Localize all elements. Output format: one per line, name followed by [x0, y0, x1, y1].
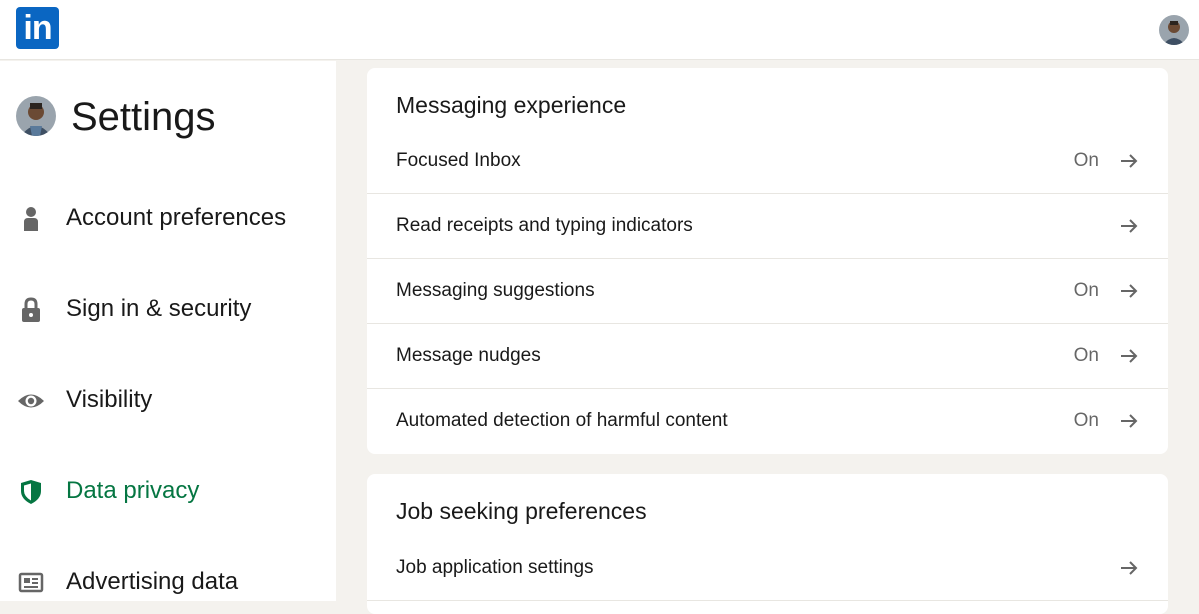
- setting-row-job-application-settings[interactable]: Job application settings: [367, 536, 1168, 601]
- lock-icon: [17, 296, 45, 324]
- sidebar-item-label: Advertising data: [66, 568, 239, 595]
- setting-status: On: [1073, 150, 1099, 171]
- setting-row-messaging-suggestions[interactable]: Messaging suggestions On: [367, 259, 1168, 324]
- top-navigation-bar: in: [0, 0, 1199, 60]
- setting-label: Focused Inbox: [396, 150, 521, 171]
- section-title: Job seeking preferences: [396, 498, 647, 524]
- page-title: Settings: [71, 95, 216, 139]
- sidebar-item-label: Sign in & security: [66, 295, 252, 322]
- arrow-right-icon: [1119, 216, 1139, 236]
- profile-avatar: [16, 96, 56, 136]
- setting-label: Automated detection of harmful content: [396, 410, 728, 431]
- setting-row-focused-inbox[interactable]: Focused Inbox On: [367, 129, 1168, 194]
- sidebar-item-label: Data privacy: [66, 477, 200, 504]
- newspaper-icon: [17, 569, 45, 597]
- setting-row-read-receipts[interactable]: Read receipts and typing indicators: [367, 194, 1168, 259]
- section-title: Messaging experience: [396, 92, 627, 118]
- settings-sidebar: Settings Account preferences Sign in & s…: [0, 61, 336, 601]
- setting-status: On: [1073, 345, 1099, 366]
- user-avatar[interactable]: [1159, 15, 1189, 45]
- job-seeking-preferences-card: Job seeking preferences Job application …: [367, 474, 1168, 614]
- setting-row-message-nudges[interactable]: Message nudges On: [367, 324, 1168, 389]
- sidebar-item-data-privacy[interactable]: Data privacy: [0, 460, 336, 520]
- eye-icon: [17, 387, 45, 415]
- sidebar-item-label: Account preferences: [66, 204, 287, 231]
- setting-status: On: [1073, 410, 1099, 431]
- arrow-right-icon: [1119, 411, 1139, 431]
- arrow-right-icon: [1119, 281, 1139, 301]
- sidebar-item-sign-in-security[interactable]: Sign in & security: [0, 278, 336, 338]
- arrow-right-icon: [1119, 151, 1139, 171]
- setting-row-harmful-content-detection[interactable]: Automated detection of harmful content O…: [367, 389, 1168, 454]
- sidebar-item-advertising-data[interactable]: Advertising data: [0, 551, 336, 611]
- setting-label: Messaging suggestions: [396, 280, 595, 301]
- person-icon: [17, 205, 45, 233]
- setting-label: Message nudges: [396, 345, 541, 366]
- setting-label: Read receipts and typing indicators: [396, 215, 693, 236]
- sidebar-item-visibility[interactable]: Visibility: [0, 369, 336, 429]
- shield-icon: [17, 478, 45, 506]
- linkedin-logo[interactable]: in: [16, 7, 59, 49]
- setting-label: Job application settings: [396, 557, 594, 578]
- messaging-experience-card: Messaging experience Focused Inbox On Re…: [367, 68, 1168, 454]
- arrow-right-icon: [1119, 346, 1139, 366]
- arrow-right-icon: [1119, 558, 1139, 578]
- setting-status: On: [1073, 280, 1099, 301]
- sidebar-item-label: Visibility: [66, 386, 153, 413]
- sidebar-item-account-preferences[interactable]: Account preferences: [0, 187, 336, 247]
